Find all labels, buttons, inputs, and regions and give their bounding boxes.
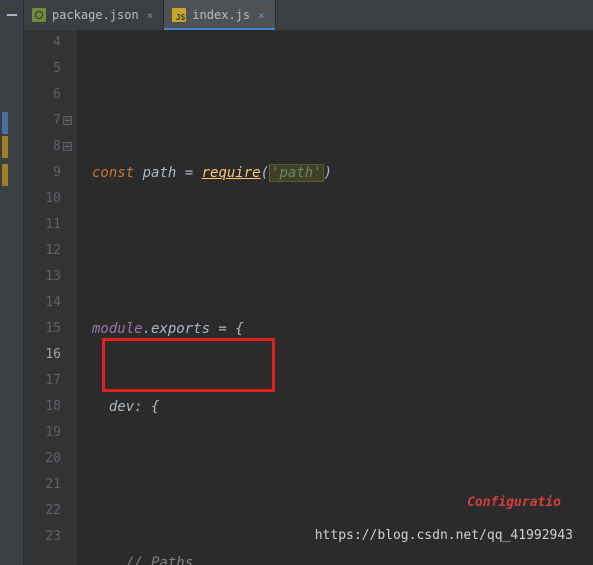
js-file-icon: JS bbox=[172, 8, 186, 22]
overlay-text: Configuratio bbox=[467, 490, 561, 516]
line-number-current: 16 bbox=[24, 342, 61, 368]
annotation-highlight-box bbox=[102, 338, 275, 392]
left-gutter-strip bbox=[0, 30, 24, 565]
tab-index-js[interactable]: JS index.js × bbox=[164, 0, 275, 30]
fold-icon[interactable]: − bbox=[63, 142, 72, 151]
line-number: 17 bbox=[24, 368, 61, 394]
close-icon[interactable]: × bbox=[145, 9, 156, 22]
change-marker bbox=[2, 164, 8, 186]
tab-package-json[interactable]: package.json × bbox=[24, 0, 164, 30]
line-number: 18 bbox=[24, 394, 61, 420]
line-number: 9 bbox=[24, 160, 61, 186]
editor-tab-bar: package.json × JS index.js × bbox=[24, 0, 593, 30]
code-line bbox=[92, 238, 593, 264]
line-number: 5 bbox=[24, 56, 61, 82]
minus-icon bbox=[7, 14, 17, 16]
line-number: 13 bbox=[24, 264, 61, 290]
line-number: 22 bbox=[24, 498, 61, 524]
line-number: 14 bbox=[24, 290, 61, 316]
line-number: 7− bbox=[24, 108, 61, 134]
close-icon[interactable]: × bbox=[256, 9, 267, 22]
fold-icon[interactable]: − bbox=[63, 116, 72, 125]
line-number: 23 bbox=[24, 524, 61, 550]
line-number-gutter: 4 5 6 7− 8− 9 10 11 12 13 14 15 16 17 18… bbox=[24, 30, 76, 565]
line-number: 10 bbox=[24, 186, 61, 212]
code-area[interactable]: const path = require('path') module.expo… bbox=[76, 30, 593, 565]
code-line: const path = require('path') bbox=[92, 160, 593, 186]
tab-label: index.js bbox=[192, 8, 250, 22]
line-number: 15 bbox=[24, 316, 61, 342]
line-number: 4 bbox=[24, 30, 61, 56]
line-number: 20 bbox=[24, 446, 61, 472]
watermark: https://blog.csdn.net/qq_41992943 bbox=[315, 528, 573, 543]
line-number: 19 bbox=[24, 420, 61, 446]
line-number: 21 bbox=[24, 472, 61, 498]
line-number: 11 bbox=[24, 212, 61, 238]
change-marker bbox=[2, 136, 8, 158]
code-line bbox=[92, 82, 593, 108]
line-number: 8− bbox=[24, 134, 61, 160]
editor: 4 5 6 7− 8− 9 10 11 12 13 14 15 16 17 18… bbox=[0, 30, 593, 565]
code-line: dev: { bbox=[92, 394, 593, 420]
change-marker bbox=[2, 112, 8, 134]
code-line: // Paths bbox=[92, 550, 593, 565]
tab-label: package.json bbox=[52, 8, 139, 22]
line-number: 6 bbox=[24, 82, 61, 108]
json-file-icon bbox=[32, 8, 46, 22]
line-number: 12 bbox=[24, 238, 61, 264]
collapse-button[interactable] bbox=[0, 0, 24, 30]
